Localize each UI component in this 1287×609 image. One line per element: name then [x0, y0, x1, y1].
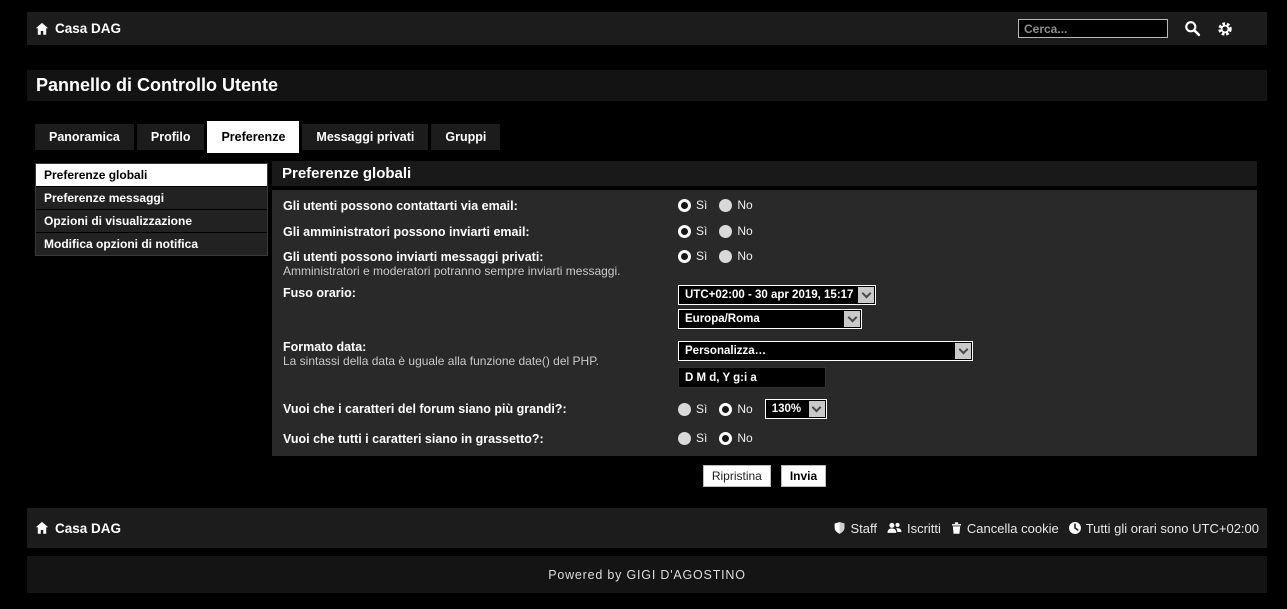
radio-contact-email-no[interactable] — [719, 199, 732, 212]
radio-contact-email-si[interactable] — [678, 199, 691, 212]
font-size-select[interactable]: 130% — [765, 399, 827, 419]
settings-gear-icon[interactable] — [1217, 21, 1233, 37]
radio-label-si: Sì — [696, 198, 707, 212]
sidebar-item-opzioni-visualizzazione[interactable]: Opzioni di visualizzazione — [36, 210, 267, 233]
page-title-bar: Pannello di Controllo Utente — [27, 70, 1267, 101]
radio-label-si: Sì — [696, 224, 707, 238]
radio-label-no: No — [737, 431, 752, 445]
powered-by-bar: Powered by GIGI D'AGOSTINO — [27, 556, 1267, 593]
label-contact-email: Gli utenti possono contattarti via email… — [283, 199, 663, 213]
date-format-select-wrap: Personalizza… — [678, 341, 973, 361]
tab-messaggi-privati[interactable]: Messaggi privati — [302, 124, 428, 150]
footer-home-link[interactable]: Casa DAG — [35, 521, 121, 536]
label-date-format: Formato data: — [283, 340, 663, 354]
chevron-down-icon — [955, 343, 971, 359]
radio-bigger-font-si[interactable] — [678, 403, 691, 416]
timezone-city-select[interactable]: Europa/Roma — [678, 309, 862, 329]
radio-private-messages-no[interactable] — [719, 250, 732, 263]
preferences-sidebar: Preferenze globali Preferenze messaggi O… — [35, 163, 268, 256]
sidebar-item-opzioni-notifica[interactable]: Modifica opzioni di notifica — [36, 233, 267, 255]
footer-link-iscritti[interactable]: Iscritti — [886, 521, 941, 536]
radio-group-private-messages: Sì No — [678, 249, 753, 263]
radio-all-bold-no[interactable] — [719, 432, 732, 445]
label-all-bold: Vuoi che tutti i caratteri siano in gras… — [283, 432, 663, 446]
radio-group-bigger-font: Sì No 130% — [678, 399, 827, 419]
radio-admin-email-no[interactable] — [719, 225, 732, 238]
topbar-right — [1018, 19, 1259, 38]
radio-label-si: Sì — [696, 402, 707, 416]
clock-icon — [1068, 521, 1082, 535]
label-timezone: Fuso orario: — [283, 286, 663, 300]
footer-link-cancella-cookie[interactable]: Cancella cookie — [950, 521, 1059, 536]
label-bigger-font: Vuoi che i caratteri del forum siano più… — [283, 402, 663, 416]
label-admin-email: Gli amministratori possono inviarti emai… — [283, 225, 663, 239]
desc-private-messages: Amministratori e moderatori potranno sem… — [283, 264, 683, 278]
radio-label-no: No — [737, 402, 752, 416]
radio-bigger-font-no[interactable] — [719, 403, 732, 416]
date-format-select[interactable]: Personalizza… — [678, 341, 973, 361]
sidebar-item-preferenze-messaggi[interactable]: Preferenze messaggi — [36, 187, 267, 210]
tab-gruppi[interactable]: Gruppi — [431, 124, 500, 150]
page-title: Pannello di Controllo Utente — [36, 75, 278, 96]
search-icon[interactable] — [1184, 20, 1201, 37]
radio-label-no: No — [737, 249, 752, 263]
chevron-down-icon — [844, 311, 860, 327]
radio-label-si: Sì — [696, 431, 707, 445]
radio-group-all-bold: Sì No — [678, 431, 753, 445]
panel-heading: Preferenze globali — [282, 165, 411, 182]
search-input[interactable] — [1018, 19, 1168, 38]
reset-button[interactable]: Ripristina — [703, 465, 771, 487]
timezone-select[interactable]: UTC+02:00 - 30 apr 2019, 15:17 — [678, 285, 876, 305]
timezone-city-select-wrap: Europa/Roma — [678, 309, 862, 329]
sidebar-item-preferenze-globali[interactable]: Preferenze globali — [36, 164, 267, 187]
label-private-messages: Gli utenti possono inviarti messaggi pri… — [283, 250, 663, 264]
home-icon — [35, 22, 49, 36]
topbar: Casa DAG — [27, 12, 1267, 45]
radio-all-bold-si[interactable] — [678, 432, 691, 445]
tab-panoramica[interactable]: Panoramica — [35, 124, 134, 150]
powered-by-text: Powered by GIGI D'AGOSTINO — [548, 568, 746, 582]
chevron-down-icon — [858, 287, 874, 303]
radio-group-admin-email: Sì No — [678, 224, 753, 238]
radio-label-no: No — [737, 198, 752, 212]
tab-preferenze[interactable]: Preferenze — [207, 121, 299, 153]
submit-button[interactable]: Invia — [781, 465, 826, 487]
ucp-tabs: Panoramica Profilo Preferenze Messaggi p… — [35, 121, 503, 153]
radio-admin-email-si[interactable] — [678, 225, 691, 238]
panel-header: Preferenze globali — [272, 161, 1257, 186]
radio-label-si: Sì — [696, 249, 707, 263]
brand-label: Casa DAG — [55, 21, 121, 36]
footer-links: Staff Iscritti Cancella cookie Tutti gli… — [824, 521, 1259, 536]
home-link[interactable]: Casa DAG — [35, 21, 121, 36]
form-actions: Ripristina Invia — [272, 465, 1257, 487]
custom-date-format-input[interactable] — [678, 367, 826, 388]
chevron-down-icon — [809, 401, 825, 417]
desc-date-format: La sintassi della data è uguale alla fun… — [283, 354, 683, 368]
global-preferences-form: Gli utenti possono contattarti via email… — [272, 190, 1257, 456]
home-icon — [35, 521, 49, 535]
tab-profilo[interactable]: Profilo — [137, 124, 205, 150]
footer-link-staff[interactable]: Staff — [833, 521, 877, 536]
timezone-select-wrap: UTC+02:00 - 30 apr 2019, 15:17 — [678, 285, 876, 305]
trash-icon — [950, 521, 963, 535]
shield-icon — [833, 521, 846, 535]
radio-group-contact-email: Sì No — [678, 198, 753, 212]
footer-timezone-note: Tutti gli orari sono UTC+02:00 — [1068, 521, 1259, 536]
radio-label-no: No — [737, 224, 752, 238]
users-icon — [886, 521, 903, 535]
page: Casa DAG Pannello di Controllo Utente Pa… — [0, 0, 1287, 609]
footer: Casa DAG Staff Iscritti Cancella cookie — [27, 508, 1267, 548]
footer-brand-label: Casa DAG — [55, 521, 121, 536]
radio-private-messages-si[interactable] — [678, 250, 691, 263]
